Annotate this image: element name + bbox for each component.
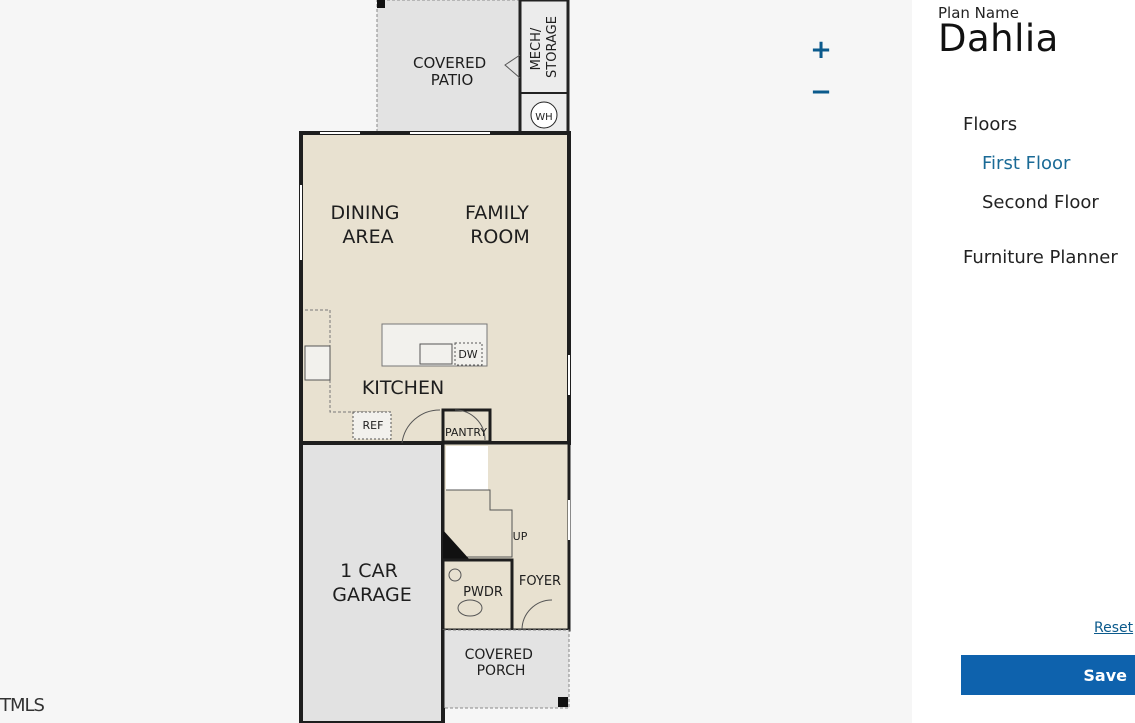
menu-floors[interactable]: Floors — [963, 114, 1017, 135]
zoom-out-button[interactable]: − — [808, 79, 834, 105]
plan-name-title: Dahlia — [938, 17, 1059, 60]
dishwasher-label: DW — [458, 348, 477, 361]
mls-watermark: TMLS — [0, 695, 45, 716]
wh-label: WH — [535, 112, 552, 123]
save-button[interactable]: Save — [961, 655, 1135, 695]
mech-storage-label: MECH/ STORAGE — [529, 16, 560, 78]
stairs-up-label: UP — [513, 530, 528, 543]
pantry-label: PANTRY — [445, 426, 487, 439]
reset-link[interactable]: Reset — [1094, 620, 1133, 636]
plan-sidebar: Plan Name Dahlia Floors First Floor Seco… — [912, 0, 1135, 723]
zoom-in-button[interactable]: + — [808, 37, 834, 63]
kitchen-label: KITCHEN — [362, 377, 444, 399]
floor-plan-canvas[interactable]: COVERED PATIO MECH/ STORAGE WH DINING AR… — [0, 0, 890, 723]
powder-room-label: PWDR — [463, 585, 503, 600]
foyer-label: FOYER — [519, 574, 561, 589]
refrigerator-label: REF — [363, 419, 384, 432]
garage-area — [299, 441, 445, 723]
menu-first-floor[interactable]: First Floor — [982, 153, 1070, 174]
menu-furniture-planner[interactable]: Furniture Planner — [963, 247, 1118, 268]
menu-second-floor[interactable]: Second Floor — [982, 192, 1099, 213]
floor-plan: COVERED PATIO MECH/ STORAGE WH DINING AR… — [299, 0, 571, 723]
